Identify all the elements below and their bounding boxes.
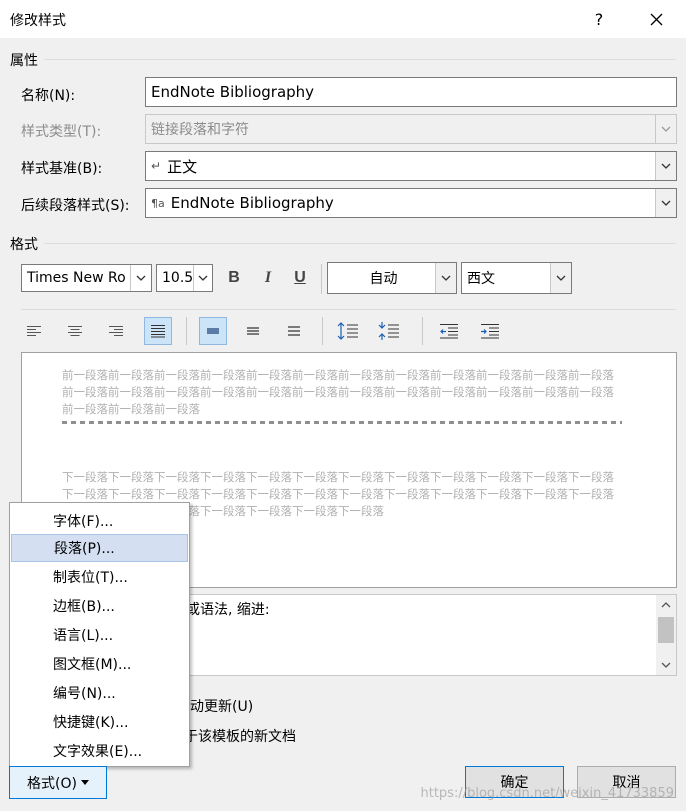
- toolbar-divider: [21, 309, 676, 310]
- based-on-label: 样式基准(B):: [21, 161, 103, 177]
- based-on-select[interactable]: ↵ 正文: [145, 151, 677, 181]
- scroll-up-icon: [661, 602, 671, 608]
- menu-item[interactable]: 编号(N)...: [11, 679, 188, 707]
- align-center-icon: [68, 326, 82, 336]
- script-value: 西文: [467, 271, 495, 287]
- align-center-button[interactable]: [61, 317, 89, 345]
- script-select[interactable]: 西文: [461, 262, 572, 294]
- caret-down-icon: [80, 780, 89, 785]
- chevron-down-icon: [661, 163, 671, 169]
- following-style-label: 后续段落样式(S):: [21, 198, 130, 214]
- font-color-select[interactable]: 自动: [327, 262, 457, 294]
- properties-divider: [44, 59, 676, 60]
- align-right-icon: [109, 326, 123, 336]
- style-type-value: 链接段落和字符: [151, 122, 249, 138]
- toolbar-separator: [422, 317, 423, 345]
- single-spacing-icon: [207, 328, 219, 334]
- increase-indent-button[interactable]: [476, 317, 504, 345]
- align-left-button[interactable]: [20, 317, 48, 345]
- menu-item[interactable]: 语言(L)...: [11, 621, 188, 649]
- style-type-select: 链接段落和字符: [145, 114, 677, 144]
- description-scrollbar[interactable]: [656, 595, 676, 675]
- preview-previous-paragraph: 前一段落前一段落前一段落前一段落前一段落前一段落前一段落前一段落前一段落前一段落…: [62, 368, 614, 416]
- format-menu-button[interactable]: 格式(O): [9, 766, 107, 799]
- window-title: 修改样式: [10, 13, 66, 29]
- format-divider: [44, 243, 676, 244]
- name-value: EndNote Bibliography: [151, 83, 315, 101]
- justify-icon: [151, 325, 165, 338]
- format-menu: 字体(F)... 段落(P)... 制表位(T)... 边框(B)... 语言(L)..…: [9, 502, 190, 767]
- chevron-down-icon: [136, 275, 146, 281]
- increase-spacing-icon: [337, 322, 358, 340]
- align-left-icon: [27, 326, 41, 336]
- scroll-thumb[interactable]: [658, 617, 674, 643]
- one-half-spacing-button[interactable]: [239, 317, 267, 345]
- following-style-select[interactable]: ¶a EndNote Bibliography: [145, 188, 677, 218]
- italic-button[interactable]: I: [256, 266, 280, 290]
- bold-button[interactable]: B: [222, 266, 246, 290]
- format-button-label: 格式(O): [27, 775, 77, 792]
- paragraph-mark-icon: ↵: [151, 159, 162, 173]
- scroll-down-icon: [661, 662, 671, 668]
- double-spacing-button[interactable]: [280, 317, 308, 345]
- preview-current-paragraph-sample: [62, 421, 622, 424]
- menu-item[interactable]: 段落(P)...: [11, 534, 188, 562]
- decrease-spacing-icon: [378, 322, 399, 340]
- toolbar-separator: [321, 264, 322, 294]
- auto-update-checkbox-label[interactable]: 动更新(U): [190, 696, 253, 716]
- close-button[interactable]: [643, 6, 669, 32]
- font-name-select[interactable]: Times New Ro: [21, 264, 152, 292]
- decrease-indent-button[interactable]: [435, 317, 463, 345]
- style-type-label: 样式类型(T):: [21, 124, 102, 140]
- chevron-down-icon: [198, 275, 208, 281]
- decrease-indent-icon: [440, 324, 458, 339]
- justify-button[interactable]: [144, 317, 172, 345]
- increase-indent-icon: [481, 324, 499, 339]
- menu-item[interactable]: 文字效果(E)...: [11, 737, 188, 765]
- space-before-increase-button[interactable]: [334, 317, 362, 345]
- chevron-down-icon: [661, 126, 671, 132]
- toolbar-separator: [186, 317, 187, 345]
- double-spacing-icon: [288, 326, 300, 336]
- chevron-down-icon: [556, 275, 566, 281]
- underline-button[interactable]: U: [288, 266, 312, 290]
- single-spacing-button[interactable]: [199, 317, 227, 345]
- name-input[interactable]: EndNote Bibliography: [145, 77, 677, 107]
- properties-section-title: 属性: [10, 53, 38, 69]
- font-name-value: Times New Ro: [27, 270, 126, 286]
- menu-item[interactable]: 快捷键(K)...: [11, 708, 188, 736]
- menu-item[interactable]: 图文框(M)...: [11, 650, 188, 678]
- name-label: 名称(N):: [21, 88, 76, 104]
- font-color-value: 自动: [369, 271, 398, 287]
- watermark: https://blog.csdn.net/weixin_41733859: [420, 786, 674, 801]
- chevron-down-icon: [661, 200, 671, 206]
- menu-item[interactable]: 制表位(T)...: [11, 563, 188, 591]
- linked-style-icon: ¶a: [151, 196, 165, 210]
- menu-item[interactable]: 边框(B)...: [11, 592, 188, 620]
- font-size-select[interactable]: 10.5: [156, 264, 213, 292]
- format-section-title: 格式: [10, 237, 38, 253]
- one-half-spacing-icon: [247, 327, 259, 335]
- font-size-value: 10.5: [162, 270, 194, 286]
- align-right-button[interactable]: [102, 317, 130, 345]
- new-documents-radio-label[interactable]: 于该模板的新文档: [184, 726, 296, 746]
- space-before-decrease-button[interactable]: [375, 317, 403, 345]
- help-button[interactable]: ?: [586, 6, 612, 32]
- chevron-down-icon: [441, 275, 451, 281]
- menu-item[interactable]: 字体(F)...: [11, 507, 188, 535]
- toolbar-separator: [322, 317, 323, 345]
- title-bar: [0, 0, 686, 38]
- following-style-value: EndNote Bibliography: [170, 194, 334, 212]
- based-on-value: 正文: [167, 157, 198, 176]
- close-icon: [650, 13, 662, 25]
